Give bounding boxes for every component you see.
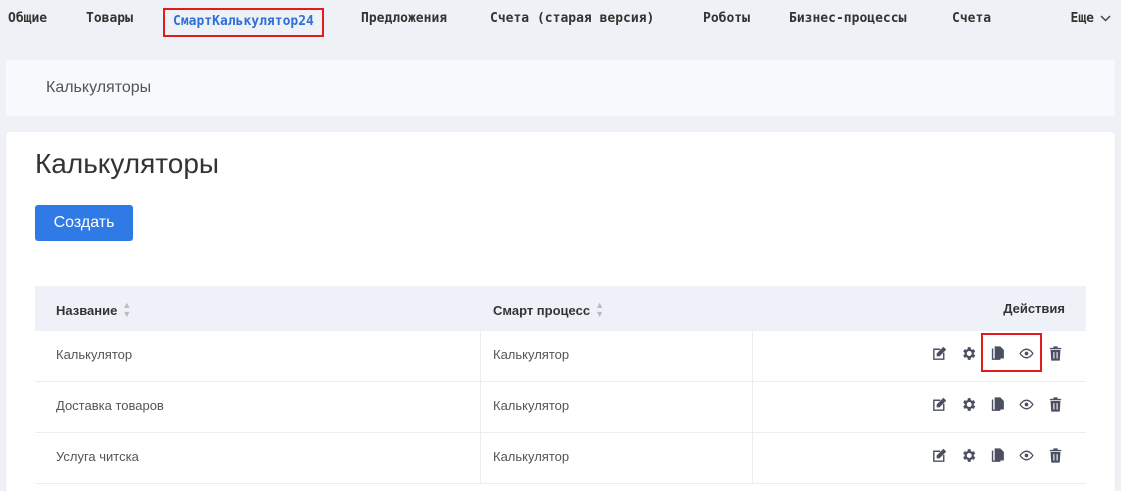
- sort-icon: ▲ ▼: [122, 300, 132, 319]
- table-row: Доставка товаров Калькулятор: [35, 382, 1086, 433]
- sort-icon: ▲ ▼: [595, 300, 604, 319]
- row-actions: [931, 447, 1064, 464]
- create-button[interactable]: Создать: [35, 205, 133, 241]
- row-actions: [931, 396, 1064, 413]
- breadcrumb: Калькуляторы: [6, 60, 1115, 116]
- column-header-process-label: Смарт процесс: [493, 302, 591, 318]
- row-process: Калькулятор: [493, 347, 570, 362]
- row-name[interactable]: Услуга читска: [56, 449, 139, 464]
- breadcrumb-label: Калькуляторы: [46, 79, 152, 96]
- edit-icon[interactable]: [931, 396, 948, 413]
- top-nav: Общие Товары СмартКалькулятор24 Предложе…: [0, 0, 1121, 40]
- row-name[interactable]: Калькулятор: [56, 347, 132, 362]
- gear-icon[interactable]: [960, 345, 977, 362]
- trash-icon[interactable]: [1047, 396, 1064, 413]
- nav-item-general[interactable]: Общие: [8, 11, 47, 26]
- row-process: Калькулятор: [493, 449, 570, 464]
- gear-icon[interactable]: [960, 396, 977, 413]
- chevron-down-icon: [1100, 15, 1111, 22]
- nav-item-smartcalc[interactable]: СмартКалькулятор24: [163, 8, 324, 37]
- column-header-process[interactable]: Смарт процесс ▲ ▼: [493, 301, 604, 319]
- nav-item-business-processes[interactable]: Бизнес-процессы: [789, 11, 906, 26]
- column-header-name[interactable]: Название ▲ ▼: [56, 301, 131, 319]
- copy-icon[interactable]: [989, 447, 1006, 464]
- table-row: Калькулятор Калькулятор: [35, 331, 1086, 382]
- nav-item-products[interactable]: Товары: [86, 11, 133, 26]
- trash-icon[interactable]: [1047, 345, 1064, 362]
- nav-item-robots[interactable]: Роботы: [703, 11, 750, 26]
- copy-icon[interactable]: [989, 396, 1006, 413]
- main-card: Калькуляторы Создать Название ▲ ▼ Смарт п…: [6, 132, 1115, 491]
- copy-icon[interactable]: [989, 345, 1006, 362]
- page-title: Калькуляторы: [35, 148, 220, 179]
- row-name[interactable]: Доставка товаров: [56, 398, 164, 413]
- edit-icon[interactable]: [931, 345, 948, 362]
- trash-icon[interactable]: [1047, 447, 1064, 464]
- row-actions: [931, 345, 1064, 362]
- column-header-actions-label: Действия: [1003, 301, 1065, 316]
- nav-item-invoices-old[interactable]: Счета (старая версия): [490, 11, 654, 26]
- nav-item-invoices[interactable]: Счета: [952, 11, 991, 26]
- gear-icon[interactable]: [960, 447, 977, 464]
- table-header: Название ▲ ▼ Смарт процесс ▲ ▼ Действия: [35, 286, 1086, 331]
- table-row: Услуга читска Калькулятор: [35, 433, 1086, 484]
- column-header-actions: Действия: [1003, 301, 1065, 316]
- calculators-table: Название ▲ ▼ Смарт процесс ▲ ▼ Действия Ка…: [35, 286, 1086, 484]
- nav-item-offers[interactable]: Предложения: [361, 11, 447, 26]
- nav-more-button[interactable]: Еще: [1071, 11, 1111, 26]
- column-header-name-label: Название: [56, 302, 118, 318]
- eye-icon[interactable]: [1018, 345, 1035, 362]
- row-process: Калькулятор: [493, 398, 570, 413]
- eye-icon[interactable]: [1018, 447, 1035, 464]
- nav-more-label: Еще: [1070, 11, 1094, 26]
- eye-icon[interactable]: [1018, 396, 1035, 413]
- edit-icon[interactable]: [931, 447, 948, 464]
